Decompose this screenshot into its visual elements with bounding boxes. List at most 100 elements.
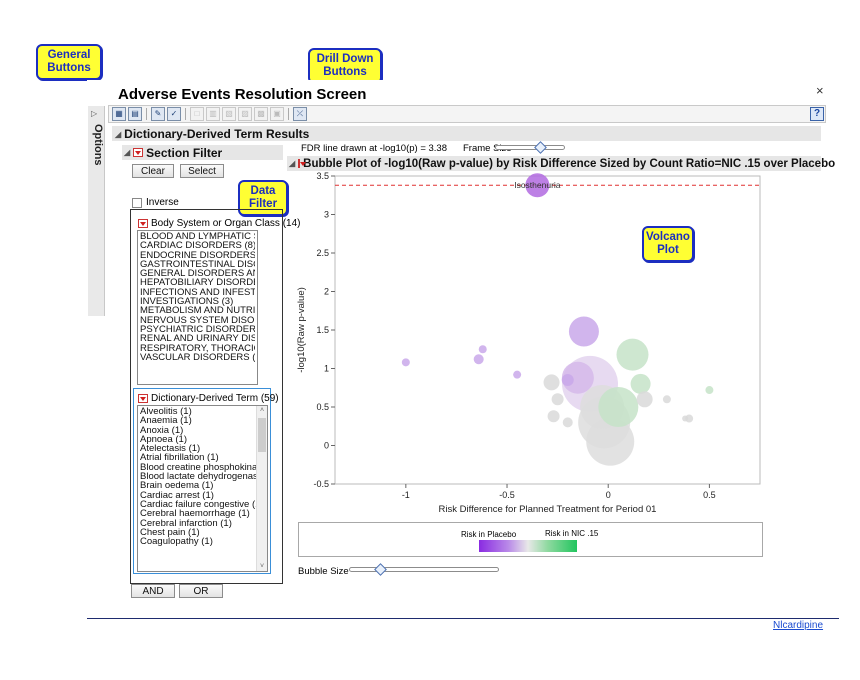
or-button[interactable]: OR	[179, 584, 223, 598]
y-tick-label: 0.5	[316, 402, 329, 412]
toolbar-separator	[288, 108, 289, 120]
plot-frame	[334, 175, 761, 485]
fdr-text: FDR line drawn at -log10(p) = 3.38	[301, 143, 448, 154]
list-item[interactable]: Cerebral haemorrhage (1)	[140, 509, 256, 518]
list-item[interactable]: VASCULAR DISORDERS (5)	[140, 353, 255, 362]
list-item[interactable]: HEPATOBILIARY DISORDERS (1)	[140, 278, 255, 287]
red-triangle-menu-icon[interactable]	[298, 159, 307, 168]
notes-icon[interactable]: ✎	[151, 107, 165, 121]
frame-size-slider[interactable]	[495, 145, 565, 150]
list-item[interactable]: INVESTIGATIONS (3)	[140, 297, 255, 306]
results-title: Dictionary-Derived Term Results	[124, 127, 310, 141]
data-point[interactable]	[630, 373, 651, 394]
data-point[interactable]	[547, 410, 560, 423]
list-item[interactable]: CARDIAC DISORDERS (8)	[140, 241, 255, 250]
list-item[interactable]: INFECTIONS AND INFESTATIONS	[140, 288, 255, 297]
x-axis-label: Risk Difference for Planned Treatment fo…	[439, 504, 657, 512]
close-icon[interactable]: ×	[816, 83, 824, 98]
y-tick-label: 2.5	[316, 248, 329, 258]
list-item[interactable]: Anaemia (1)	[140, 416, 256, 425]
list-item[interactable]: Cerebral infarction (1)	[140, 519, 256, 528]
scroll-thumb[interactable]	[258, 418, 266, 452]
data-point[interactable]	[551, 393, 564, 406]
term-list[interactable]: Alveolitis (1) Anaemia (1) Anoxia (1) Apnoe…	[137, 405, 268, 572]
drill-graph-icon[interactable]: ▩	[254, 107, 268, 121]
red-triangle-menu-icon[interactable]	[138, 393, 148, 403]
collapse-triangle-icon[interactable]: ◢	[289, 159, 295, 168]
drill-export-icon[interactable]: ▣	[270, 107, 284, 121]
y-tick-label: 1	[324, 364, 329, 374]
options-label[interactable]: Options	[88, 124, 104, 166]
and-button[interactable]: AND	[131, 584, 175, 598]
legend-gradient-bar	[479, 540, 577, 552]
footer-link[interactable]: Nlcardipine	[773, 620, 823, 631]
list-item[interactable]: ENDOCRINE DISORDERS (2)	[140, 251, 255, 260]
data-point[interactable]	[636, 391, 653, 408]
list-item[interactable]: Coagulopathy (1)	[140, 537, 256, 546]
results-outline[interactable]: ◢ Dictionary-Derived Term Results	[115, 127, 309, 141]
x-tick-label: -0.5	[499, 490, 515, 500]
bubble-size-label: Bubble Size	[298, 566, 349, 577]
list-item[interactable]: Brain oedema (1)	[140, 481, 256, 490]
list-item[interactable]: METABOLISM AND NUTRITION DISORDERS	[140, 306, 255, 315]
drill-chart-icon[interactable]: ▧	[222, 107, 236, 121]
collapse-triangle-icon[interactable]: ◢	[124, 148, 130, 157]
data-point[interactable]	[561, 374, 574, 387]
bubble-size-slider[interactable]	[349, 567, 499, 572]
data-point[interactable]	[662, 395, 671, 404]
red-triangle-menu-icon[interactable]	[133, 148, 144, 157]
clear-selection-icon[interactable]: ⤫	[293, 107, 307, 121]
list-item[interactable]: NERVOUS SYSTEM DISORDERS	[140, 316, 255, 325]
term-list-scrollbar[interactable]: ˄ ˅	[256, 406, 267, 571]
bubble-plot[interactable]: -0.5 0 0.5 1 1.5 2 2.5 3 3.5 -1 -0.5 0 0.5 Isosthenur…	[290, 172, 770, 512]
list-item[interactable]: Cardiac arrest (1)	[140, 491, 256, 500]
list-item[interactable]: GASTROINTESTINAL DISORDERS	[140, 260, 255, 269]
data-point[interactable]	[543, 374, 560, 391]
toolbar-separator	[146, 108, 147, 120]
list-item[interactable]: Apnoea (1)	[140, 435, 256, 444]
select-button[interactable]: Select	[180, 164, 224, 178]
data-point[interactable]	[562, 417, 573, 428]
data-point[interactable]	[568, 316, 599, 347]
list-item[interactable]: PSYCHIATRIC DISORDERS (2)	[140, 325, 255, 334]
body-system-list[interactable]: BLOOD AND LYMPHATIC SYSTEM DISORDERS (1)…	[137, 230, 258, 385]
list-item[interactable]: RESPIRATORY, THORACIC AND MEDIASTINAL	[140, 344, 255, 353]
data-point[interactable]	[616, 338, 649, 371]
report-icon[interactable]: ▤	[128, 107, 142, 121]
drill-table-icon[interactable]: ▥	[206, 107, 220, 121]
section-filter-header[interactable]: ◢ Section Filter	[122, 145, 283, 160]
list-item[interactable]: Blood lactate dehydrogenase	[140, 472, 256, 481]
list-item[interactable]: Cardiac failure congestive (1)	[140, 500, 256, 509]
bubble-plot-header[interactable]: ◢ Bubble Plot of -log10(Raw p-value) by …	[287, 156, 835, 171]
list-item[interactable]: Atrial fibrillation (1)	[140, 453, 256, 462]
data-point[interactable]	[513, 370, 522, 379]
drill-listing-icon[interactable]: ▨	[238, 107, 252, 121]
list-item[interactable]: Chest pain (1)	[140, 528, 256, 537]
data-point[interactable]	[682, 415, 689, 422]
list-item[interactable]: Blood creatine phosphokinase	[140, 463, 256, 472]
list-item[interactable]: GENERAL DISORDERS AND ADMINISTRATION	[140, 269, 255, 278]
list-item[interactable]: Atelectasis (1)	[140, 444, 256, 453]
data-point[interactable]	[401, 358, 410, 367]
inverse-option[interactable]: Inverse	[132, 197, 179, 208]
collapse-triangle-icon[interactable]: ◢	[115, 130, 121, 139]
clear-button[interactable]: Clear	[132, 164, 174, 178]
drill-profile-icon[interactable]: □	[190, 107, 204, 121]
list-item[interactable]: RENAL AND URINARY DISORDERS	[140, 334, 255, 343]
review-icon[interactable]: ✓	[167, 107, 181, 121]
data-point[interactable]	[478, 345, 487, 354]
inverse-checkbox[interactable]	[132, 197, 142, 208]
list-item[interactable]: Alveolitis (1)	[140, 407, 256, 416]
scroll-down-icon[interactable]: ˅	[257, 562, 267, 571]
scroll-up-icon[interactable]: ˄	[257, 406, 267, 415]
list-item[interactable]: Anoxia (1)	[140, 426, 256, 435]
help-icon[interactable]: ?	[810, 107, 824, 121]
expand-triangle-icon[interactable]: ▷	[91, 109, 97, 118]
data-point[interactable]	[473, 354, 484, 365]
data-table-icon[interactable]: ▦	[112, 107, 126, 121]
data-point[interactable]	[705, 386, 714, 395]
inverse-label: Inverse	[146, 197, 179, 208]
list-item[interactable]: BLOOD AND LYMPHATIC SYSTEM DISORDERS (1)	[140, 232, 255, 241]
data-point[interactable]	[598, 387, 639, 427]
red-triangle-menu-icon[interactable]	[138, 218, 148, 228]
